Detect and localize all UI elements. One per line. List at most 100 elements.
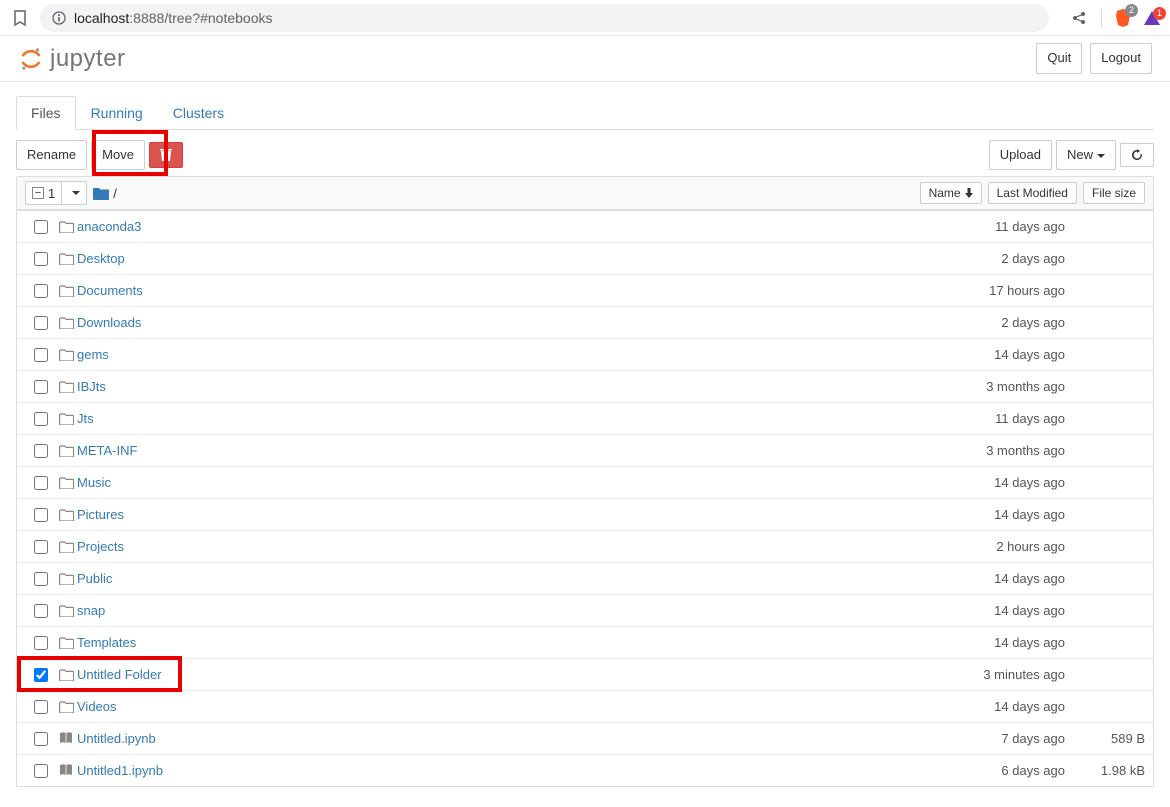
file-row: anaconda3 11 days ago (17, 210, 1153, 242)
tabs: Files Running Clusters (16, 96, 1154, 130)
folder-icon (55, 637, 77, 649)
list-header: − 1 / Name Last Modified File size (16, 176, 1154, 210)
modified-cell: 14 days ago (915, 475, 1075, 490)
trash-icon (160, 148, 172, 162)
sort-name-button[interactable]: Name (920, 182, 982, 204)
file-link[interactable]: Pictures (77, 507, 124, 522)
file-link[interactable]: Documents (77, 283, 143, 298)
folder-icon (55, 541, 77, 553)
row-checkbox[interactable] (34, 732, 48, 746)
file-link[interactable]: snap (77, 603, 105, 618)
file-link[interactable]: gems (77, 347, 109, 362)
refresh-button[interactable] (1120, 143, 1154, 167)
folder-icon (55, 573, 77, 585)
folder-icon (55, 669, 77, 681)
tab-files[interactable]: Files (16, 96, 76, 130)
sort-modified-button[interactable]: Last Modified (988, 182, 1077, 204)
row-checkbox[interactable] (34, 476, 48, 490)
caret-down-icon (72, 191, 80, 195)
row-checkbox[interactable] (34, 348, 48, 362)
row-checkbox[interactable] (34, 316, 48, 330)
row-checkbox[interactable] (34, 668, 48, 682)
modified-cell: 14 days ago (915, 635, 1075, 650)
modified-cell: 14 days ago (915, 347, 1075, 362)
row-checkbox[interactable] (34, 412, 48, 426)
modified-cell: 2 days ago (915, 251, 1075, 266)
file-link[interactable]: Downloads (77, 315, 141, 330)
toolbar: Rename Move Upload New (16, 130, 1154, 176)
jupyter-logo[interactable]: jupyter (18, 45, 126, 73)
quit-button[interactable]: Quit (1036, 43, 1082, 73)
row-checkbox[interactable] (34, 252, 48, 266)
url-text: localhost:8888/tree?#notebooks (74, 10, 273, 26)
row-checkbox[interactable] (34, 572, 48, 586)
breadcrumb[interactable]: / (93, 186, 117, 201)
file-row: Downloads 2 days ago (17, 306, 1153, 338)
modified-cell: 7 days ago (915, 731, 1075, 746)
size-cell: 589 B (1075, 731, 1145, 746)
file-link[interactable]: Templates (77, 635, 136, 650)
site-info-icon[interactable] (52, 11, 66, 25)
file-link[interactable]: Desktop (77, 251, 125, 266)
file-row: IBJts3 months ago (17, 370, 1153, 402)
tab-running[interactable]: Running (76, 96, 158, 130)
modified-cell: 2 days ago (915, 315, 1075, 330)
bookmark-icon[interactable] (10, 8, 30, 28)
file-row: Untitled.ipynb 7 days ago589 B (17, 722, 1153, 754)
file-link[interactable]: anaconda3 (77, 219, 141, 234)
upload-button[interactable]: Upload (989, 140, 1052, 170)
row-checkbox[interactable] (34, 604, 48, 618)
tab-clusters[interactable]: Clusters (158, 96, 239, 130)
modified-cell: 11 days ago (915, 411, 1075, 426)
file-link[interactable]: Music (77, 475, 111, 490)
select-dropdown[interactable] (62, 182, 86, 204)
file-row: Public14 days ago (17, 562, 1153, 594)
row-checkbox[interactable] (34, 700, 48, 714)
folder-icon (55, 381, 77, 393)
file-row: Untitled Folder3 minutes ago (17, 658, 1153, 690)
file-row: Jts 11 days ago (17, 402, 1153, 434)
row-checkbox[interactable] (34, 764, 48, 778)
extension-icon[interactable]: 1 (1144, 11, 1160, 25)
folder-icon (55, 477, 77, 489)
file-row: Templates 14 days ago (17, 626, 1153, 658)
file-link[interactable]: Untitled.ipynb (77, 731, 156, 746)
file-link[interactable]: Projects (77, 539, 124, 554)
file-row: Music 14 days ago (17, 466, 1153, 498)
sort-size-button[interactable]: File size (1083, 182, 1145, 204)
brave-shield-icon[interactable]: 2 (1114, 8, 1132, 28)
file-link[interactable]: Untitled1.ipynb (77, 763, 163, 778)
move-button[interactable]: Move (91, 140, 145, 170)
file-link[interactable]: Untitled Folder (77, 667, 162, 682)
row-checkbox[interactable] (34, 444, 48, 458)
modified-cell: 11 days ago (915, 219, 1075, 234)
row-checkbox[interactable] (34, 540, 48, 554)
logout-button[interactable]: Logout (1090, 43, 1152, 73)
delete-button[interactable] (149, 142, 183, 168)
indeterminate-checkbox-icon[interactable]: − (32, 187, 44, 199)
modified-cell: 6 days ago (915, 763, 1075, 778)
file-link[interactable]: Public (77, 571, 112, 586)
file-link[interactable]: Jts (77, 411, 94, 426)
file-link[interactable]: META-INF (77, 443, 137, 458)
row-checkbox[interactable] (34, 220, 48, 234)
alert-badge: 1 (1153, 7, 1166, 20)
rename-button[interactable]: Rename (16, 140, 87, 170)
row-checkbox[interactable] (34, 380, 48, 394)
brave-badge: 2 (1125, 4, 1138, 17)
new-label: New (1067, 147, 1093, 162)
file-link[interactable]: IBJts (77, 379, 106, 394)
select-all-group[interactable]: − 1 (25, 181, 87, 205)
breadcrumb-root: / (113, 186, 117, 201)
row-checkbox[interactable] (34, 508, 48, 522)
modified-cell: 14 days ago (915, 507, 1075, 522)
file-row: Documents17 hours ago (17, 274, 1153, 306)
row-checkbox[interactable] (34, 636, 48, 650)
row-checkbox[interactable] (34, 284, 48, 298)
file-link[interactable]: Videos (77, 699, 117, 714)
new-dropdown[interactable]: New (1056, 140, 1116, 170)
file-row: Videos14 days ago (17, 690, 1153, 722)
selected-count: 1 (48, 186, 55, 201)
share-icon[interactable] (1069, 8, 1089, 28)
address-bar[interactable]: localhost:8888/tree?#notebooks (40, 4, 1049, 32)
